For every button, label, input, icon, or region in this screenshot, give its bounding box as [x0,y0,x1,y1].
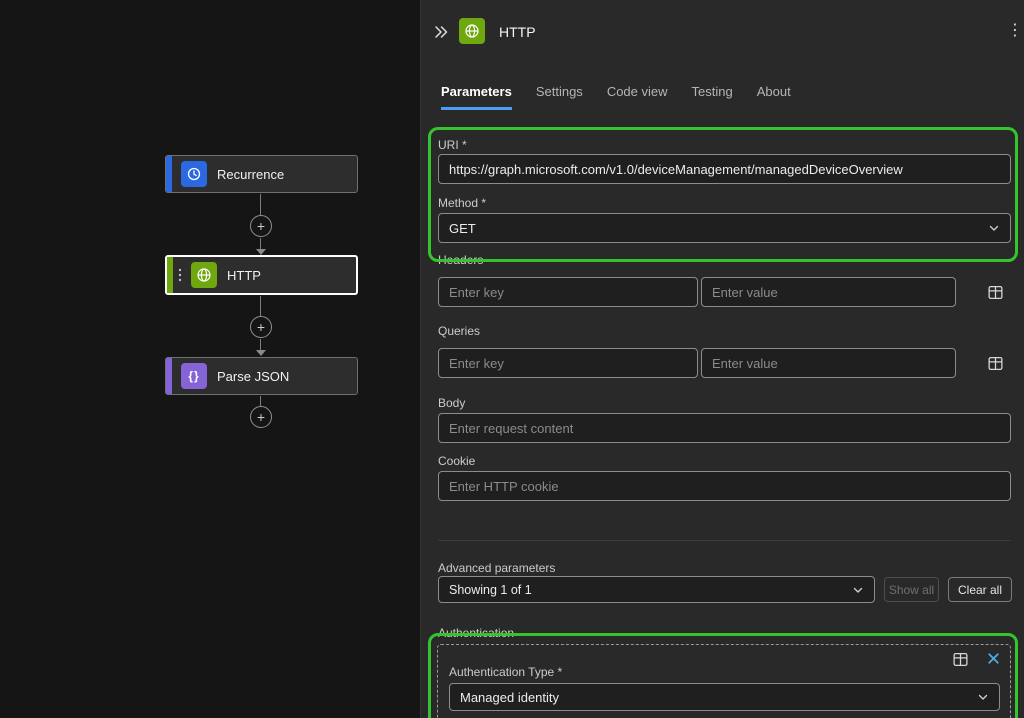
uri-input[interactable] [438,154,1011,184]
chevron-down-icon [852,584,864,596]
node-http[interactable]: HTTP [165,255,358,295]
collapse-panel-icon[interactable] [433,24,449,45]
tab-parameters[interactable]: Parameters [441,84,512,110]
authentication-type-value: Managed identity [460,690,559,705]
recurrence-accent-bar [166,156,172,192]
queries-value-input[interactable] [701,348,956,378]
http-accent-bar [167,257,173,293]
method-label: Method * [438,196,486,210]
show-all-button[interactable]: Show all [884,577,939,602]
node-label: HTTP [227,268,261,283]
clear-all-button[interactable]: Clear all [948,577,1012,602]
node-label: Parse JSON [217,369,289,384]
connector-line [260,339,261,350]
uri-label: URI * [438,138,467,152]
body-label: Body [438,396,465,410]
headers-key-input[interactable] [438,277,698,307]
tab-about[interactable]: About [757,84,791,110]
headers-value-input[interactable] [701,277,956,307]
tab-code-view[interactable]: Code view [607,84,668,110]
panel-title: HTTP [499,24,536,40]
cookie-label: Cookie [438,454,475,468]
advanced-parameters-value: Showing 1 of 1 [449,583,532,597]
insert-step-button[interactable]: + [250,316,272,338]
tab-testing[interactable]: Testing [692,84,733,110]
plus-icon: + [257,320,265,334]
authentication-type-select[interactable]: Managed identity [449,683,1000,711]
more-menu-icon[interactable]: ⋮ [1007,20,1023,40]
section-divider [438,540,1011,541]
body-input[interactable] [438,413,1011,443]
tab-settings[interactable]: Settings [536,84,583,110]
headers-label: Headers [438,253,483,267]
cookie-input[interactable] [438,471,1011,501]
plus-icon: + [257,410,265,424]
queries-key-input[interactable] [438,348,698,378]
advanced-parameters-label: Advanced parameters [438,561,555,575]
drag-handle-icon[interactable] [177,267,183,283]
advanced-parameters-select[interactable]: Showing 1 of 1 [438,576,875,603]
method-value: GET [449,221,476,236]
action-config-panel: HTTP ⋮ Parameters Settings Code view Tes… [420,0,1024,718]
flow-designer: Recurrence + HTTP + {} Parse JSON [0,0,1024,718]
authentication-table-mode-icon[interactable] [952,651,969,673]
insert-step-button[interactable]: + [250,215,272,237]
parse-json-accent-bar [166,358,172,394]
node-recurrence[interactable]: Recurrence [165,155,358,193]
workflow-canvas[interactable]: Recurrence + HTTP + {} Parse JSON [0,0,420,718]
http-icon [191,262,217,288]
authentication-label: Authentication [438,626,514,640]
connector-line [260,194,261,215]
node-label: Recurrence [217,167,284,182]
recurrence-icon [181,161,207,187]
headers-table-mode-icon[interactable] [987,284,1004,306]
braces-glyph: {} [188,369,199,383]
add-step-button[interactable]: + [250,406,272,428]
node-parse-json[interactable]: {} Parse JSON [165,357,358,395]
method-select[interactable]: GET [438,213,1011,243]
chevron-down-icon [977,691,989,703]
queries-table-mode-icon[interactable] [987,355,1004,377]
connector-line [260,396,261,406]
authentication-type-label: Authentication Type * [449,665,562,679]
panel-tabs: Parameters Settings Code view Testing Ab… [441,84,791,110]
arrow-down-icon [256,350,266,356]
connector-line [260,296,261,316]
parse-json-icon: {} [181,363,207,389]
queries-label: Queries [438,324,480,338]
chevron-down-icon [988,222,1000,234]
remove-authentication-icon[interactable] [986,651,1001,671]
http-icon [459,18,485,44]
plus-icon: + [257,219,265,233]
